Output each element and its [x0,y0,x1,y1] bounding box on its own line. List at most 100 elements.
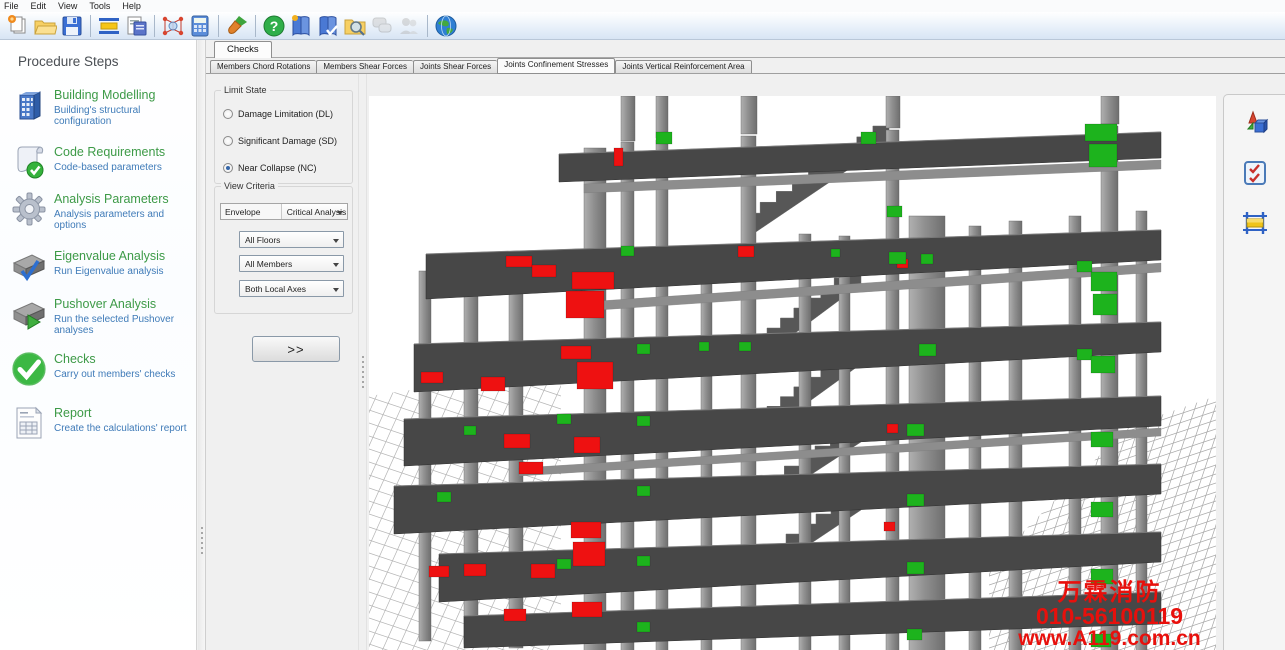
sidebar-item-subtitle: Building's structural configuration [54,105,192,127]
checks-icon [10,350,48,388]
viewport-toolbar [1223,94,1285,650]
radio-label: Near Collapse (NC) [238,163,317,173]
manual-book-icon[interactable] [289,14,313,38]
toolbar-separator [218,15,219,37]
radio-dot[interactable] [223,109,233,119]
limit-state-group: Limit State Damage Limitation (DL) Signi… [214,90,353,184]
sidebar-item-checks[interactable]: Checks Carry out members' checks [8,350,192,392]
eigenvalue-icon [10,247,48,285]
sidebar-item-title: Analysis Parameters [54,192,169,206]
sidebar-item-code-requirements[interactable]: Code Requirements Code-based parameters [8,143,192,185]
save-project-icon[interactable] [60,14,84,38]
sidebar-item-report[interactable]: Report Create the calculations' report [8,404,192,446]
svg-text:?: ? [270,18,279,34]
radio-dot[interactable] [223,163,233,173]
axes-select[interactable]: Both Local Axes [239,280,344,297]
toolbar-separator [255,15,256,37]
main-tabstrip: Checks [206,41,1285,58]
chevron-down-icon [337,211,343,215]
sidebar-item-subtitle: Create the calculations' report [54,423,187,434]
view-criteria-label: View Criteria [221,181,278,191]
sidebar-item-title: Report [54,406,92,420]
calculator-icon[interactable] [188,14,212,38]
limit-state-label: Limit State [221,85,270,95]
pushover-icon [10,295,48,333]
building-model-render [369,96,1216,650]
sidebar-item-title: Code Requirements [54,145,165,159]
floors-select[interactable]: All Floors [239,231,344,248]
sidebar-item-building-modelling[interactable]: Building Modelling Building's structural… [8,86,192,128]
sidebar-item-title: Eigenvalue Analysis [54,249,165,263]
feedback-chat-icon[interactable] [370,14,394,38]
sidebar-item-eigenvalue-analysis[interactable]: Eigenvalue Analysis Run Eigenvalue analy… [8,247,192,289]
panel-splitter[interactable] [358,74,367,650]
model-3d-viewport[interactable]: 万霖消防 010-56100119 www.A119.com.cn [369,96,1216,650]
sidebar-item-subtitle: Run Eigenvalue analysis [54,266,164,277]
radio-near-collapse[interactable]: Near Collapse (NC) [223,163,317,173]
report-icon [10,404,48,442]
view-criteria-group: View Criteria Envelope Critical Analysis… [214,186,353,314]
report-doc-icon[interactable] [124,14,148,38]
sidebar-item-analysis-parameters[interactable]: Analysis Parameters Analysis parameters … [8,190,192,232]
frame-view-icon[interactable] [1241,209,1269,237]
menubar: File Edit View Tools Help [0,0,1285,12]
toolbar-separator [154,15,155,37]
frame-section-icon[interactable] [97,14,121,38]
subtab-joints-confinement-stresses[interactable]: Joints Confinement Stresses [497,58,615,74]
splitter-handle[interactable] [362,356,364,391]
menu-help[interactable]: Help [122,1,141,11]
toolbar-separator [90,15,91,37]
menu-view[interactable]: View [58,1,77,11]
verified-book-icon[interactable] [316,14,340,38]
website-globe-icon[interactable] [434,14,458,38]
menu-tools[interactable]: Tools [89,1,110,11]
members-select[interactable]: All Members [239,255,344,272]
help-icon[interactable]: ? [262,14,286,38]
subtab-joints-shear-forces[interactable]: Joints Shear Forces [413,60,497,74]
splitter-handle[interactable] [201,527,203,557]
envelope-row: Envelope Critical Analysis [220,203,348,220]
view-controls-panel: Limit State Damage Limitation (DL) Signi… [208,74,359,650]
sidebar-item-subtitle: Code-based parameters [54,162,162,173]
sidebar-item-title: Pushover Analysis [54,297,156,311]
envelope-cell[interactable]: Envelope [221,204,282,219]
subtab-members-shear-forces[interactable]: Members Shear Forces [316,60,413,74]
radio-label: Significant Damage (SD) [238,136,337,146]
analysis-select[interactable]: Critical Analysis [282,204,347,219]
expand-panel-button[interactable]: >> [252,336,340,362]
community-icon[interactable] [397,14,421,38]
radio-significant-damage[interactable]: Significant Damage (SD) [223,136,337,146]
menu-edit[interactable]: Edit [31,1,47,11]
radio-label: Damage Limitation (DL) [238,109,333,119]
example-search-icon[interactable] [343,14,367,38]
tab-checks[interactable]: Checks [214,41,272,58]
menu-file[interactable]: File [4,1,19,11]
chevron-down-icon [333,288,339,292]
chevron-down-icon [333,263,339,267]
sidebar-item-subtitle: Analysis parameters and options [54,209,192,231]
new-project-icon[interactable] [6,14,30,38]
gear-icon [10,190,48,228]
radio-dot[interactable] [223,136,233,146]
application-window: File Edit View Tools Help ? Procedure Steps … [0,0,1285,650]
sub-tabstrip: Members Chord RotationsMembers Shear For… [210,58,752,74]
toolbar-separator [427,15,428,37]
procedure-steps-sidebar: Procedure Steps Building Modelling Build… [0,40,197,650]
main-toolbar: ? [0,12,1285,40]
building-icon [10,86,48,124]
subtab-members-chord-rotations[interactable]: Members Chord Rotations [210,60,316,74]
sidebar-item-title: Building Modelling [54,88,155,102]
format-brush-icon[interactable] [225,14,249,38]
sidebar-item-subtitle: Carry out members' checks [54,369,175,380]
sidebar-item-subtitle: Run the selected Pushover analyses [54,314,192,336]
model-3d-icon[interactable] [161,14,185,38]
display-3d-icon[interactable] [1241,109,1269,137]
open-project-icon[interactable] [33,14,57,38]
checks-list-icon[interactable] [1241,159,1269,187]
sidebar-splitter[interactable] [198,40,206,650]
subtab-joints-vertical-reinforcement-area[interactable]: Joints Vertical Reinforcement Area [615,60,751,74]
radio-damage-limitation[interactable]: Damage Limitation (DL) [223,109,333,119]
sidebar-title: Procedure Steps [18,54,119,69]
sidebar-item-pushover-analysis[interactable]: Pushover Analysis Run the selected Pusho… [8,295,192,337]
chevron-down-icon [333,239,339,243]
